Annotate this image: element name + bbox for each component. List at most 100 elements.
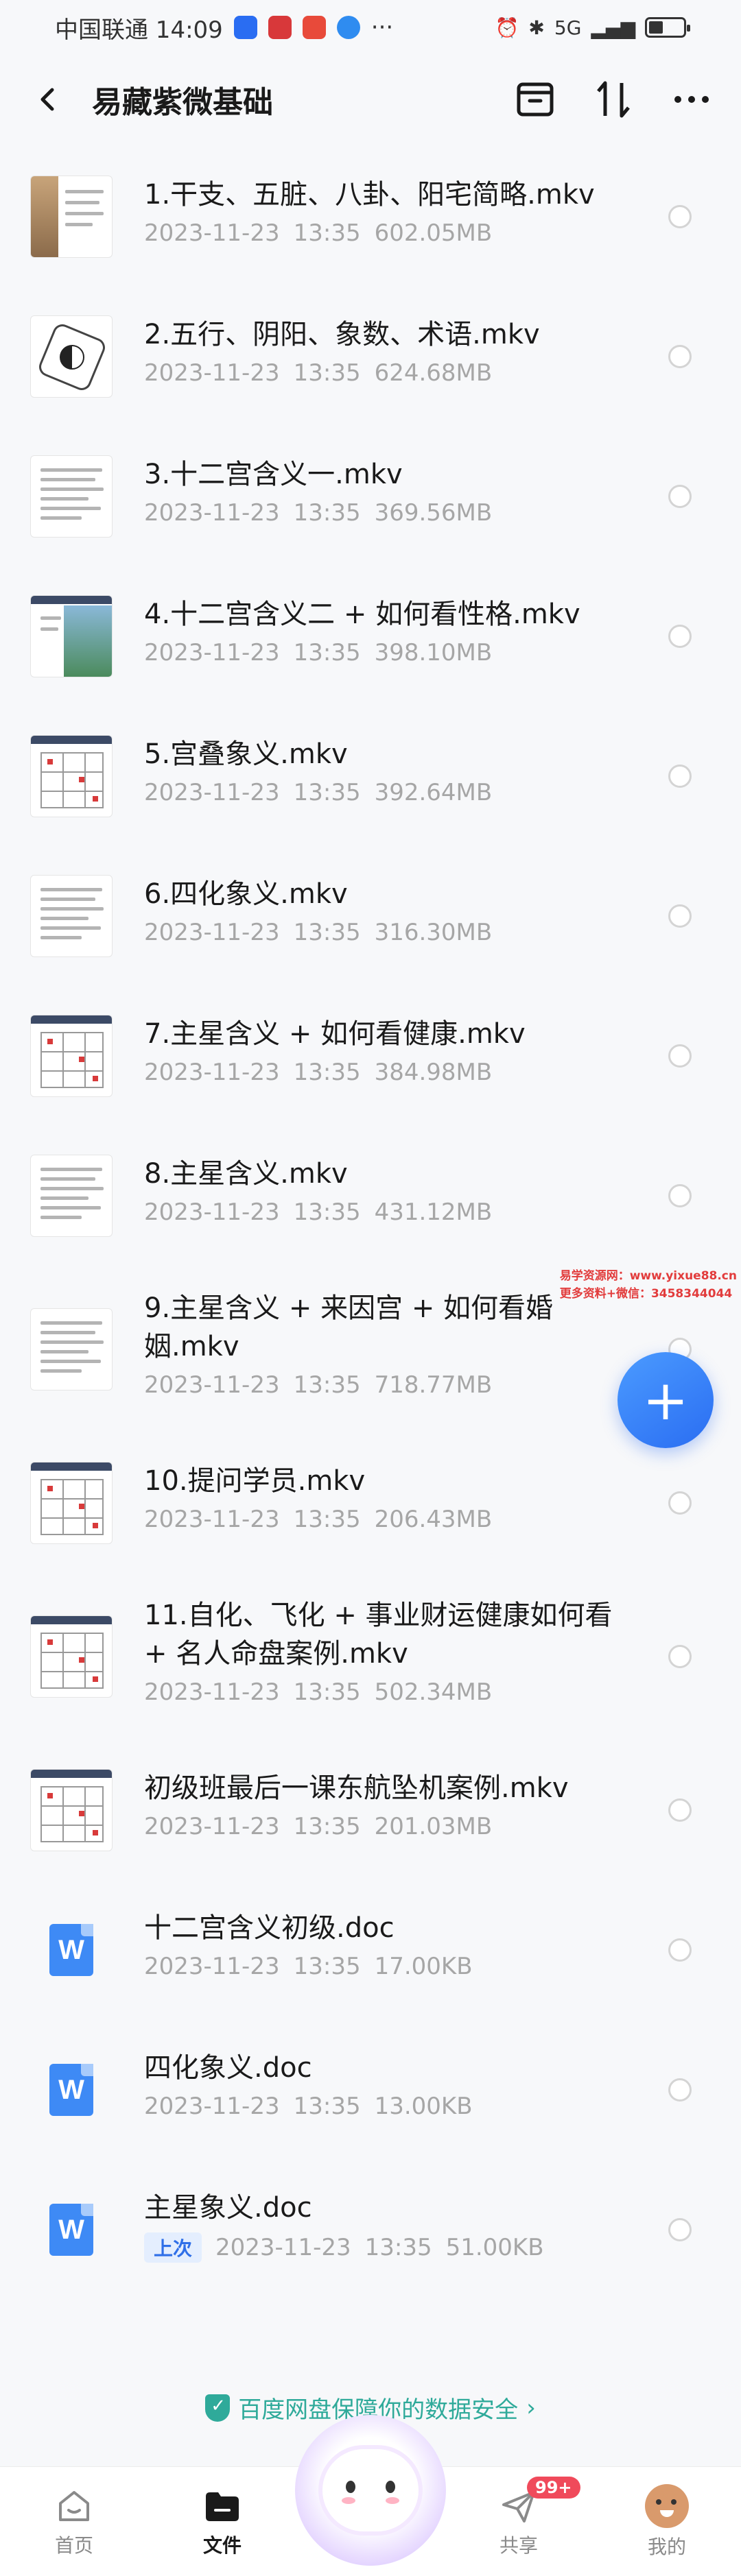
last-opened-badge: 上次 [144,2232,202,2263]
file-time: 13:35 [293,359,361,387]
archive-icon[interactable] [513,77,557,121]
file-date: 2023-11-23 [144,1678,280,1706]
file-size: 316.30MB [374,919,493,946]
select-checkbox[interactable] [668,1184,692,1207]
file-row[interactable]: 2.五行、阴阳、象数、术语.mkv 2023-11-23 13:35 624.68MB [0,287,741,426]
file-size: 502.34MB [374,1678,493,1706]
file-row[interactable]: 6.四化象义.mkv 2023-11-23 13:35 316.30MB [0,846,741,986]
nav-files[interactable]: 文件 [148,2467,296,2576]
sort-icon[interactable] [591,77,635,121]
file-time: 13:35 [293,1953,361,1980]
file-size: 51.00KB [445,2234,544,2261]
select-checkbox[interactable] [668,1645,692,1668]
select-checkbox[interactable] [668,1938,692,1962]
select-checkbox[interactable] [668,1491,692,1515]
avatar-icon [645,2483,689,2528]
file-name: 11.自化、飞化 + 事业财运健康如何看 + 名人命盘案例.mkv [144,1600,613,1670]
select-checkbox[interactable] [668,2218,692,2241]
file-name: 6.四化象义.mkv [144,878,348,910]
home-icon [54,2485,95,2527]
select-checkbox[interactable] [668,345,692,368]
file-row[interactable]: 3.十二宫含义一.mkv 2023-11-23 13:35 369.56MB [0,426,741,566]
signal-label: 5G [554,16,582,39]
file-date: 2023-11-23 [144,359,280,387]
file-row[interactable]: 初级班最后一课东航坠机案例.mkv 2023-11-23 13:35 201.03MB [0,1740,741,1880]
file-row[interactable]: W 主星象义.doc 上次 2023-11-23 13:35 51.00KB [0,2160,741,2300]
select-checkbox[interactable] [668,904,692,928]
file-row[interactable]: 1.干支、五脏、八卦、阳宅简略.mkv 2023-11-23 13:35 602.05… [0,147,741,287]
nav-files-label: 文件 [202,2533,242,2557]
file-meta: 2023-11-23 13:35 17.00KB [144,1953,638,1980]
file-date: 2023-11-23 [144,639,280,666]
video-thumbnail [30,1769,113,1851]
mascot-button[interactable] [295,2415,446,2566]
select-checkbox[interactable] [668,765,692,788]
file-row[interactable]: 10.提问学员.mkv 2023-11-23 13:35 206.43MB [0,1433,741,1573]
header: 易藏紫微基础 [0,62,741,137]
file-row[interactable]: 4.十二宫含义二 + 如何看性格.mkv 2023-11-23 13:35 398.1… [0,566,741,706]
video-thumbnail [30,315,113,398]
select-checkbox[interactable] [668,1044,692,1068]
file-info: 8.主星含义.mkv 2023-11-23 13:35 431.12MB [144,1155,638,1226]
file-time: 13:35 [293,1199,361,1226]
select-checkbox[interactable] [668,485,692,508]
file-meta: 2023-11-23 13:35 624.68MB [144,359,638,387]
file-info: 7.主星含义 + 如何看健康.mkv 2023-11-23 13:35 384.98M… [144,1015,638,1086]
file-list: 1.干支、五脏、八卦、阳宅简略.mkv 2023-11-23 13:35 602.05… [0,147,741,2300]
carrier-time: 中国联通 14:09 [55,16,223,44]
nav-mine[interactable]: 我的 [593,2467,741,2576]
file-name: 10.提问学员.mkv [144,1465,366,1497]
watermark-line: 易学资源网：www.yixue88.cn [559,1269,737,1283]
file-info: 主星象义.doc 上次 2023-11-23 13:35 51.00KB [144,2189,638,2263]
select-checkbox[interactable] [668,625,692,648]
file-name: 7.主星含义 + 如何看健康.mkv [144,1018,526,1050]
file-meta: 2023-11-23 13:35 602.05MB [144,219,638,247]
file-date: 2023-11-23 [144,1813,280,1840]
back-icon[interactable] [27,79,69,120]
battery-icon [645,17,690,38]
file-name: 十二宫含义初级.doc [144,1912,395,1944]
file-time: 13:35 [293,1059,361,1086]
select-checkbox[interactable] [668,205,692,228]
file-row[interactable]: 5.宫叠象义.mkv 2023-11-23 13:35 392.64MB [0,706,741,846]
file-meta: 2023-11-23 13:35 316.30MB [144,919,638,946]
file-time: 13:35 [293,499,361,527]
select-checkbox[interactable] [668,1798,692,1822]
file-meta: 2023-11-23 13:35 384.98MB [144,1059,638,1086]
file-name: 初级班最后一课东航坠机案例.mkv [144,1772,569,1804]
chevron-right-icon: › [526,2394,536,2422]
file-row[interactable]: 11.自化、飞化 + 事业财运健康如何看 + 名人命盘案例.mkv 2023-11… [0,1573,741,1740]
more-icon[interactable] [670,77,714,121]
file-time: 13:35 [293,1506,361,1533]
nav-share[interactable]: 99+ 共享 [445,2467,593,2576]
nav-home-label: 首页 [54,2533,93,2557]
file-info: 11.自化、飞化 + 事业财运健康如何看 + 名人命盘案例.mkv 2023-11… [144,1596,638,1706]
file-row[interactable]: W 十二宫含义初级.doc 2023-11-23 13:35 17.00KB [0,1880,741,2020]
file-meta: 2023-11-23 13:35 369.56MB [144,499,638,527]
file-size: 13.00KB [374,2093,473,2120]
file-date: 2023-11-23 [144,1371,280,1399]
file-row[interactable]: 7.主星含义 + 如何看健康.mkv 2023-11-23 13:35 384.98M… [0,986,741,1126]
video-thumbnail [30,1462,113,1544]
upload-fab-button[interactable]: + [618,1352,714,1448]
file-meta: 2023-11-23 13:35 718.77MB [144,1371,638,1399]
file-size: 431.12MB [374,1199,493,1226]
file-row[interactable]: W 四化象义.doc 2023-11-23 13:35 13.00KB [0,2020,741,2160]
word-doc-icon: W [49,2204,93,2256]
file-size: 384.98MB [374,1059,493,1086]
shield-icon [205,2394,231,2422]
file-row[interactable]: 8.主星含义.mkv 2023-11-23 13:35 431.12MB [0,1126,741,1266]
word-doc-icon: W [49,2064,93,2116]
select-checkbox[interactable] [668,2078,692,2102]
file-time: 13:35 [364,2234,432,2261]
nav-home[interactable]: 首页 [0,2467,148,2576]
file-date: 2023-11-23 [144,499,280,527]
video-thumbnail [30,455,113,538]
plus-icon: + [642,1368,689,1432]
file-size: 201.03MB [374,1813,493,1840]
video-thumbnail [30,1155,113,1237]
file-meta: 2023-11-23 13:35 201.03MB [144,1813,638,1840]
file-time: 13:35 [293,919,361,946]
share-badge: 99+ [527,2477,580,2499]
file-info: 3.十二宫含义一.mkv 2023-11-23 13:35 369.56MB [144,455,638,527]
